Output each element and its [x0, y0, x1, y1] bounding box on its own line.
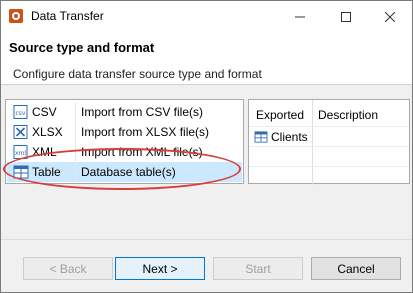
row-divider: [249, 146, 409, 147]
list-item-description: Import from XLSX file(s): [81, 125, 210, 139]
window-title: Data Transfer: [31, 9, 104, 23]
cancel-button[interactable]: Cancel: [311, 257, 401, 280]
exported-table[interactable]: Exported Description Clients: [248, 99, 410, 185]
list-item-csv[interactable]: csv CSV Import from CSV file(s): [7, 102, 242, 122]
wizard-header: Source type and format Configure data tr…: [1, 32, 412, 85]
minimize-button[interactable]: [277, 1, 322, 32]
title-bar[interactable]: Data Transfer: [1, 1, 412, 32]
list-item-description: Import from CSV file(s): [81, 105, 204, 119]
column-divider: [75, 122, 76, 142]
page-subtitle: Configure data transfer source type and …: [13, 67, 262, 81]
xlsx-file-icon: [13, 125, 28, 139]
header-divider: [249, 126, 409, 127]
start-button[interactable]: Start: [213, 257, 303, 280]
table-icon: [254, 131, 268, 143]
row-divider: [249, 166, 409, 167]
back-button[interactable]: < Back: [23, 257, 113, 280]
close-button[interactable]: [367, 1, 412, 32]
column-divider: [312, 100, 313, 185]
app-icon: [9, 9, 23, 23]
column-header-exported[interactable]: Exported: [256, 108, 304, 122]
maximize-icon: [340, 11, 351, 22]
svg-text:csv: csv: [16, 110, 26, 117]
highlight-ellipse: [3, 148, 241, 190]
page-title: Source type and format: [9, 40, 155, 55]
footer-divider: [1, 239, 412, 240]
data-transfer-window: Data Transfer Source type and format Con…: [0, 0, 413, 293]
csv-file-icon: csv: [13, 105, 28, 119]
list-item-name: XLSX: [32, 125, 63, 139]
maximize-button[interactable]: [323, 1, 368, 32]
table-cell-name: Clients: [271, 130, 308, 144]
table-row[interactable]: Clients: [251, 128, 311, 146]
next-button[interactable]: Next >: [115, 257, 205, 280]
close-icon: [384, 11, 395, 22]
column-header-description[interactable]: Description: [318, 108, 378, 122]
list-item-xlsx[interactable]: XLSX Import from XLSX file(s): [7, 122, 242, 142]
minimize-icon: [294, 16, 305, 17]
column-divider: [75, 102, 76, 122]
list-item-name: CSV: [32, 105, 57, 119]
